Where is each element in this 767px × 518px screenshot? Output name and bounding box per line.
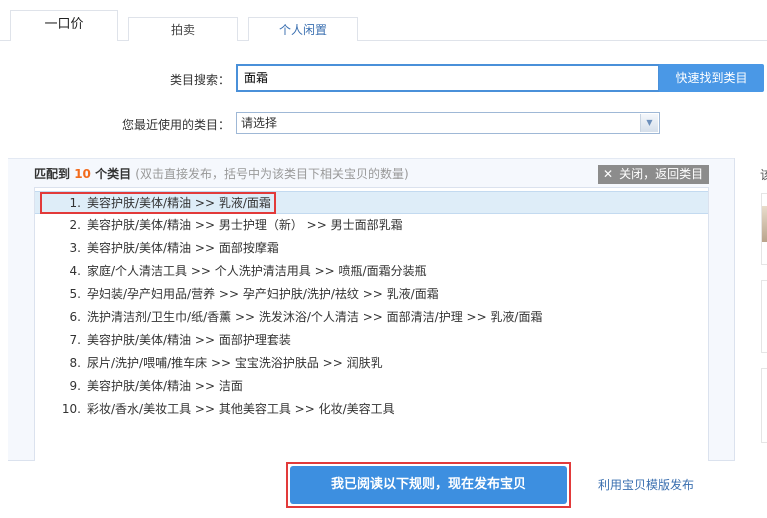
right-panel: 该	[734, 158, 767, 461]
category-list-item[interactable]: 9. 美容护肤/美体/精油 >> 洁面	[35, 375, 708, 398]
category-list-item[interactable]: 10. 彩妆/香水/美妆工具 >> 其他美容工具 >> 化妆/美容工具	[35, 398, 708, 421]
preview-card[interactable]	[761, 280, 767, 353]
category-list-item[interactable]: 8. 尿片/洗护/喂哺/推车床 >> 宝宝洗浴护肤品 >> 润肤乳	[35, 352, 708, 375]
item-number: 5.	[69, 287, 81, 301]
tab-personal-idle[interactable]: 个人闲置	[248, 17, 358, 41]
chevron-down-icon[interactable]: ▼	[640, 114, 658, 132]
category-list-item[interactable]: 5. 孕妇装/孕产妇用品/营养 >> 孕产妇护肤/洗护/祛纹 >> 乳液/面霜	[35, 283, 708, 306]
select-value: 请选择	[241, 116, 278, 130]
category-list-item[interactable]: 6. 洗护清洁剂/卫生巾/纸/香薰 >> 洗发沐浴/个人清洁 >> 面部清洁/护理…	[35, 306, 708, 329]
item-path: 孕妇装/孕产妇用品/营养 >> 孕产妇护肤/洗护/祛纹 >> 乳液/面霜	[87, 287, 439, 301]
item-number: 7.	[69, 333, 81, 347]
preview-card[interactable]	[761, 193, 767, 265]
item-path: 彩妆/香水/美妆工具 >> 其他美容工具 >> 化妆/美容工具	[87, 402, 395, 416]
item-number: 6.	[69, 310, 81, 324]
recent-label: 您最近使用的类目：	[121, 118, 230, 132]
category-list-item[interactable]: 3. 美容护肤/美体/精油 >> 面部按摩霜	[35, 237, 708, 260]
tab-fixed-price[interactable]: 一口价	[10, 10, 118, 41]
preview-image	[762, 206, 767, 242]
item-number: 9.	[69, 379, 81, 393]
item-path: 美容护肤/美体/精油 >> 洁面	[87, 379, 243, 393]
right-panel-title: 该	[760, 168, 767, 182]
template-publish-link[interactable]: 利用宝贝模版发布	[598, 476, 694, 493]
category-list-item[interactable]: 7. 美容护肤/美体/精油 >> 面部护理套装	[35, 329, 708, 352]
item-path: 美容护肤/美体/精油 >> 男士护理（新） >> 男士面部乳霜	[87, 218, 403, 232]
close-return-button[interactable]: ✕ 关闭，返回类目	[598, 165, 709, 184]
item-path: 尿片/洗护/喂哺/推车床 >> 宝宝洗浴护肤品 >> 润肤乳	[87, 356, 383, 370]
item-path: 家庭/个人清洁工具 >> 个人洗护清洁用具 >> 喷瓶/面霜分装瓶	[87, 264, 427, 278]
category-search-input[interactable]: 面霜	[236, 64, 660, 92]
close-icon: ✕	[603, 167, 614, 181]
item-number: 10.	[61, 402, 81, 416]
category-list: 1. 美容护肤/美体/精油 >> 乳液/面霜 2. 美容护肤/美体/精油 >> 男士护…	[34, 187, 709, 461]
item-path: 美容护肤/美体/精油 >> 面部护理套装	[87, 333, 291, 347]
category-list-item[interactable]: 4. 家庭/个人清洁工具 >> 个人洗护清洁用具 >> 喷瓶/面霜分装瓶	[35, 260, 708, 283]
search-label: 类目搜索：	[169, 73, 230, 87]
item-number: 3.	[69, 241, 81, 255]
recent-category-select[interactable]: 请选择 ▼	[236, 112, 660, 134]
highlight-box	[40, 192, 276, 214]
tab-auction[interactable]: 拍卖	[128, 17, 238, 41]
item-number: 2.	[69, 218, 81, 232]
item-path: 洗护清洁剂/卫生巾/纸/香薰 >> 洗发沐浴/个人清洁 >> 面部清洁/护理 >…	[87, 310, 543, 324]
category-list-item[interactable]: 2. 美容护肤/美体/精油 >> 男士护理（新） >> 男士面部乳霜	[35, 214, 708, 237]
item-path: 美容护肤/美体/精油 >> 面部按摩霜	[87, 241, 279, 255]
quick-find-button[interactable]: 快速找到类目	[659, 64, 764, 92]
item-number: 8.	[69, 356, 81, 370]
results-header: 匹配到 10 个类目 (双击直接发布，括号中为该类目下相关宝贝的数量)	[34, 167, 409, 181]
highlight-box	[286, 462, 571, 508]
item-number: 4.	[69, 264, 81, 278]
preview-card[interactable]	[761, 368, 767, 443]
